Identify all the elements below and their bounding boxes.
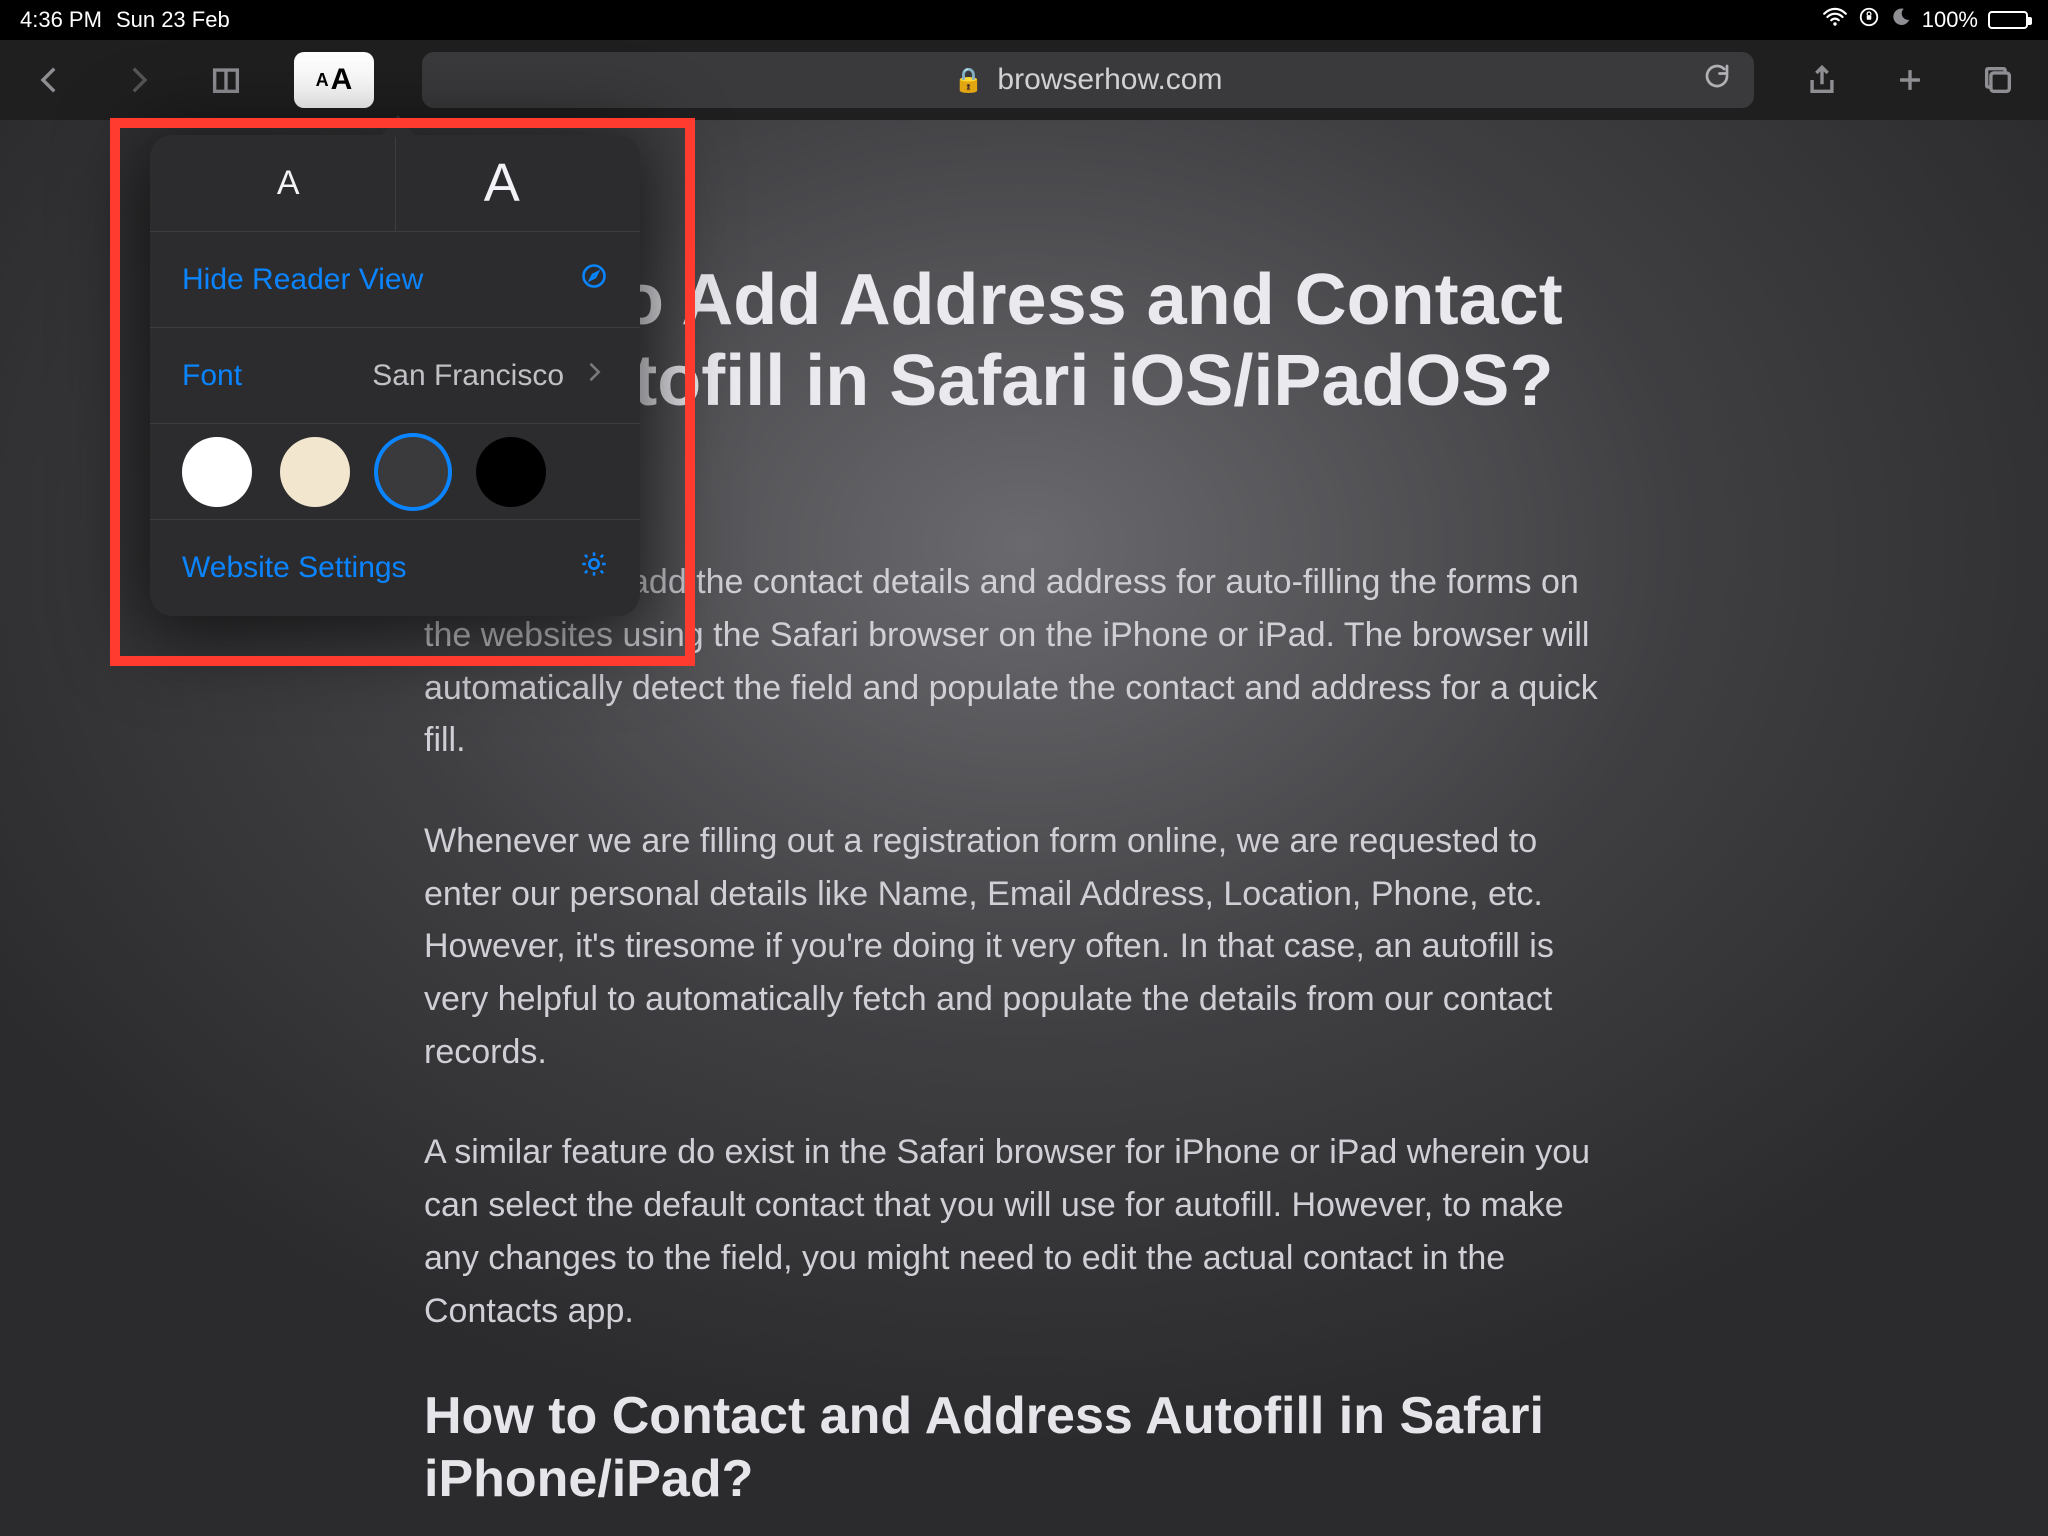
new-tab-button[interactable]: [1890, 60, 1930, 100]
status-time: 4:36 PM: [20, 7, 102, 33]
lock-icon: 🔒: [954, 66, 984, 95]
compass-icon: [580, 262, 608, 298]
tabs-button[interactable]: [1978, 60, 2018, 100]
decrease-text-size-button[interactable]: A: [182, 135, 396, 231]
back-button[interactable]: [30, 60, 70, 100]
theme-option-1[interactable]: [280, 437, 350, 507]
theme-option-3[interactable]: [476, 437, 546, 507]
reload-button[interactable]: [1702, 61, 1732, 99]
do-not-disturb-icon: [1890, 6, 1912, 34]
wifi-icon: [1822, 4, 1848, 36]
font-label: Font: [182, 359, 242, 393]
text-size-row: A A: [150, 135, 640, 232]
website-settings-label: Website Settings: [182, 551, 407, 585]
website-settings-button[interactable]: Website Settings: [150, 520, 640, 616]
hide-reader-view-label: Hide Reader View: [182, 263, 423, 297]
theme-option-2[interactable]: [378, 437, 448, 507]
browser-toolbar: AA 🔒 browserhow.com: [0, 40, 2048, 120]
increase-text-size-button[interactable]: A: [396, 135, 609, 231]
article-subheading: How to Contact and Address Autofill in S…: [424, 1385, 1624, 1510]
small-a-icon: A: [316, 70, 329, 91]
big-a-icon: A: [331, 63, 353, 97]
font-picker-button[interactable]: Font San Francisco: [150, 328, 640, 424]
address-bar[interactable]: 🔒 browserhow.com: [422, 52, 1754, 108]
chevron-right-icon: [580, 358, 608, 394]
battery-percent: 100%: [1922, 7, 1978, 33]
reader-aa-button[interactable]: AA: [294, 52, 374, 108]
theme-option-0[interactable]: [182, 437, 252, 507]
article-paragraph: Whenever we are filling out a registrati…: [424, 815, 1624, 1078]
font-value: San Francisco: [372, 359, 564, 393]
popover-caret: [380, 115, 416, 137]
gear-icon: [580, 550, 608, 586]
reader-settings-popover: A A Hide Reader View Font San Francisco …: [150, 135, 640, 616]
forward-button[interactable]: [118, 60, 158, 100]
status-bar: 4:36 PM Sun 23 Feb 100%: [0, 0, 2048, 40]
article-paragraph: A similar feature do exist in the Safari…: [424, 1126, 1624, 1337]
url-host: browserhow.com: [997, 63, 1222, 97]
status-date: Sun 23 Feb: [116, 7, 230, 33]
theme-color-row: [150, 424, 640, 520]
orientation-lock-icon: [1858, 6, 1880, 34]
bookmarks-button[interactable]: [206, 60, 246, 100]
battery-icon: [1988, 11, 2028, 29]
share-button[interactable]: [1802, 60, 1842, 100]
hide-reader-view-button[interactable]: Hide Reader View: [150, 232, 640, 328]
